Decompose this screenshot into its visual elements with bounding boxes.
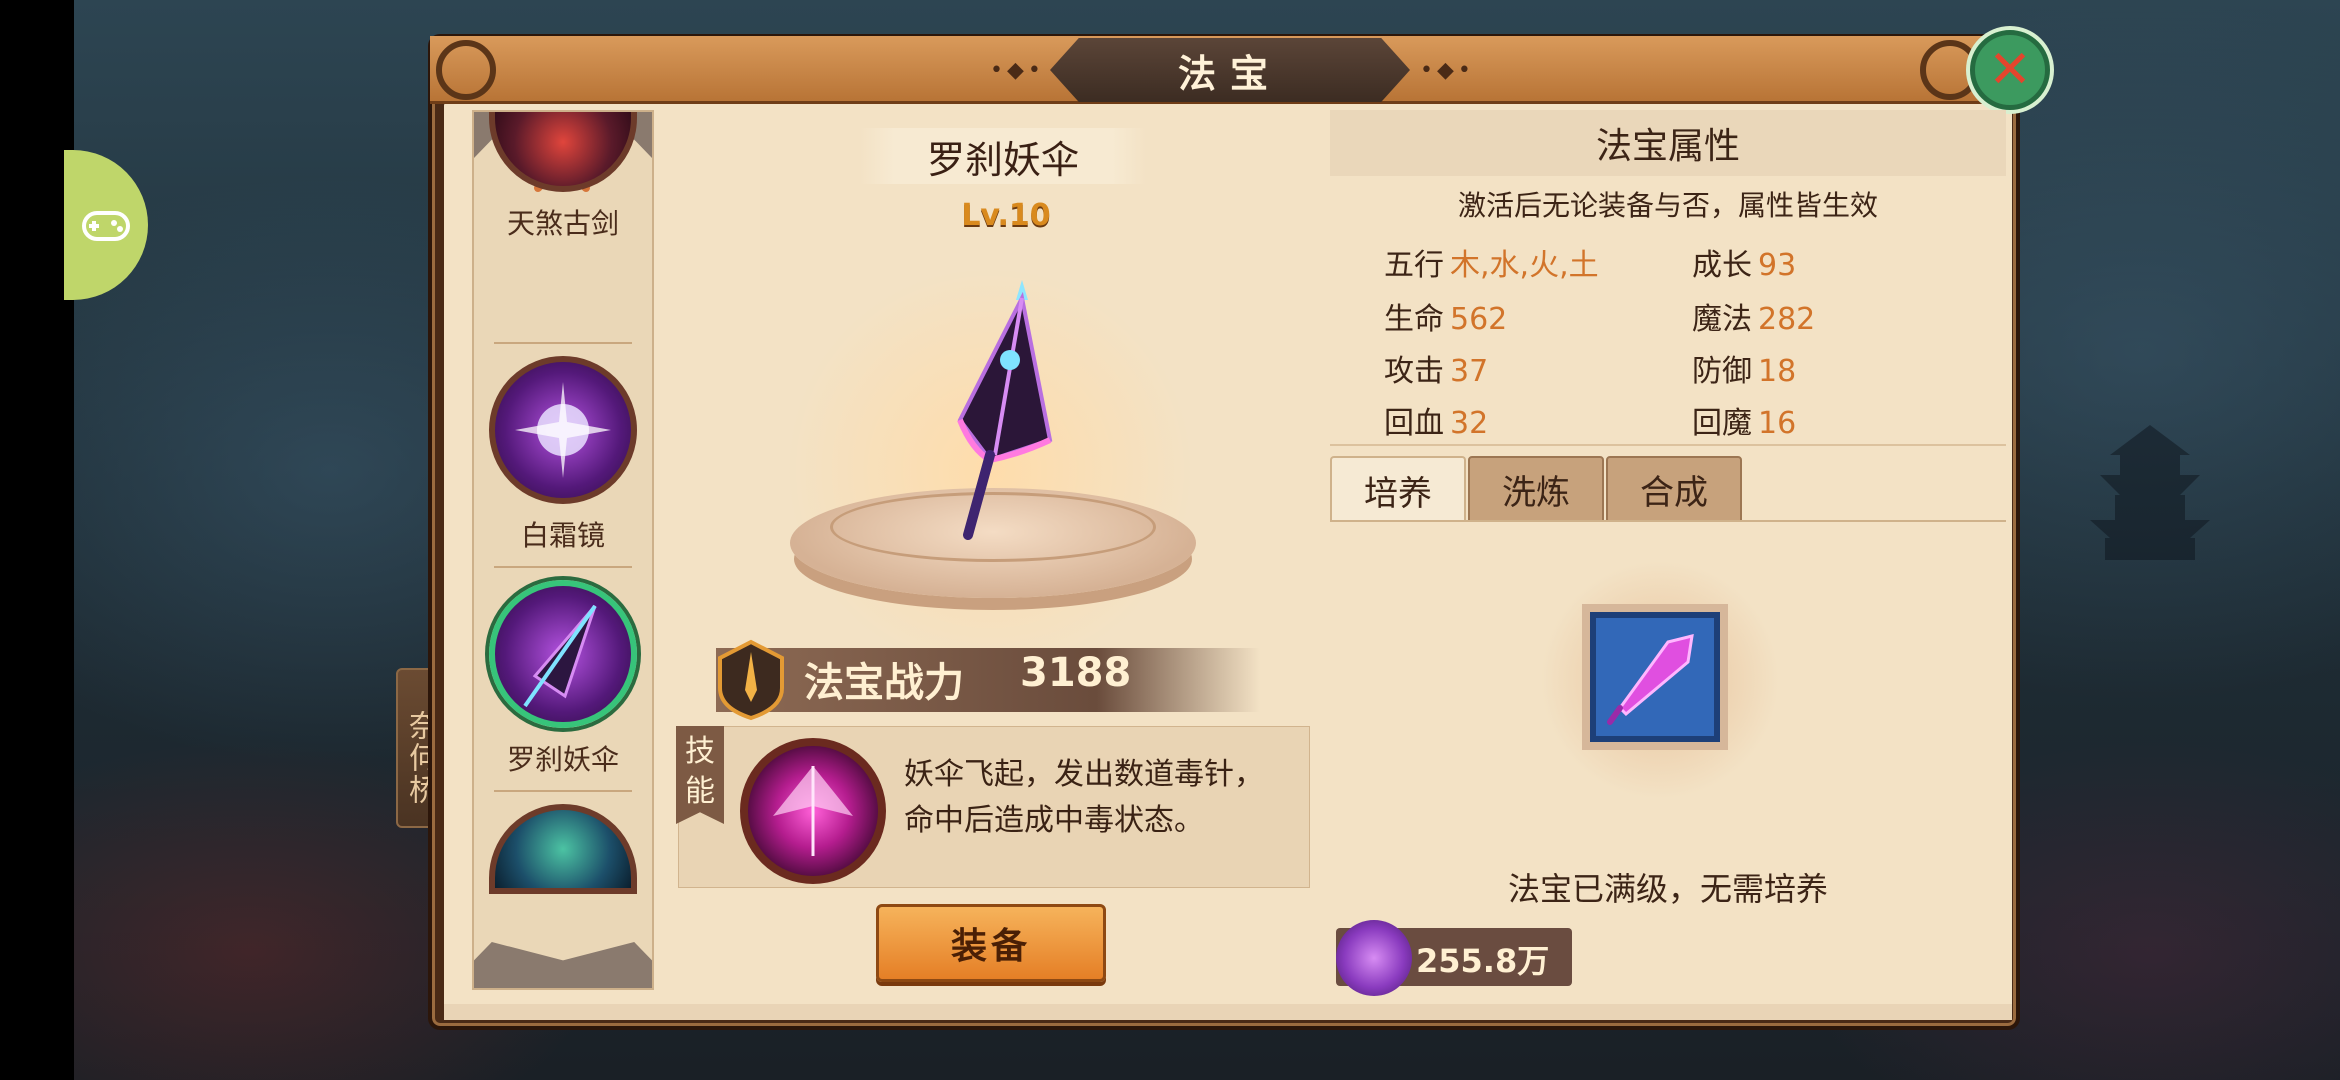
list-item-baishuang-mirror[interactable]: 白霜镜 (474, 356, 652, 554)
skill-tag: 技能 (676, 726, 724, 824)
tab-label: 洗炼 (1502, 472, 1570, 513)
umbrella-model-icon (957, 280, 1053, 540)
list-item-label: 天煞古剑 (506, 207, 619, 240)
tab-underline (1330, 520, 2006, 522)
attributes-divider (1330, 444, 2006, 446)
attr-key: 成长 (1692, 248, 1752, 283)
combat-power-label: 法宝战力 (804, 660, 964, 706)
skill-desc-line-2: 命中后造成中毒状态。 (904, 803, 1204, 838)
attr-key: 攻击 (1384, 354, 1444, 389)
game-screen: 奈何桥 •◆• •◆• 法宝 ✕ 天煞古剑 白霜镜 罗刹妖伞 罗刹妖伞 Lv.1… (0, 0, 2340, 1080)
mirror-graphic (515, 382, 611, 478)
attr-value: 16 (1758, 406, 1797, 441)
list-divider (494, 566, 632, 568)
tab-cultivate[interactable]: 培养 (1330, 456, 1466, 522)
skill-icon[interactable] (740, 738, 886, 884)
umbrella-icon (489, 580, 637, 728)
gamepad-icon (82, 211, 130, 241)
list-item-label: 罗刹妖伞 (506, 743, 619, 776)
attr-key: 五行 (1384, 248, 1444, 283)
maxed-status-text: 法宝已满级，无需培养 (1507, 870, 1828, 908)
currency-value: 255.8万 (1416, 942, 1550, 980)
list-item-luosha-umbrella[interactable]: 罗刹妖伞 (474, 580, 652, 778)
combat-power-value: 3188 (1020, 650, 1132, 696)
list-bottom-border (474, 942, 652, 988)
attr-value: 562 (1450, 302, 1508, 337)
close-icon: ✕ (1988, 40, 2032, 100)
equip-button[interactable]: 装备 (876, 904, 1106, 982)
attributes-title: 法宝属性 (1595, 126, 1740, 167)
attr-row: 五行 木,水,火,土 (1384, 240, 1599, 284)
skill-desc-line-1: 妖伞飞起，发出数道毒针， (904, 757, 1264, 792)
panel-bottom-strip (444, 1004, 2012, 1020)
list-item-claw[interactable] (474, 804, 652, 894)
attr-row: 回魔 16 (1692, 398, 1796, 442)
attr-value: 37 (1450, 354, 1489, 389)
combat-power-bar (716, 648, 1260, 712)
equip-button-label: 装备 (950, 926, 1031, 967)
background-pagoda (2090, 425, 2210, 560)
skill-graphic (773, 766, 853, 856)
left-letterbox (0, 0, 74, 1080)
attr-key: 回魔 (1692, 406, 1752, 441)
title-dots-left: •◆• (990, 58, 1045, 83)
treasure-name-plate: 罗刹妖伞 (860, 128, 1146, 184)
treasure-list[interactable]: 天煞古剑 白霜镜 罗刹妖伞 (472, 110, 654, 990)
list-divider (494, 342, 632, 344)
attr-row: 魔法 282 (1692, 294, 1815, 338)
attr-value: 93 (1758, 248, 1797, 283)
attributes-note: 激活后无论装备与否，属性皆生效 (1457, 189, 1878, 222)
list-divider (494, 790, 632, 792)
title-plate: 法宝 (1050, 38, 1410, 102)
attr-value: 木,水,火,土 (1450, 248, 1599, 283)
close-button[interactable]: ✕ (1970, 30, 2050, 110)
tab-label: 合成 (1640, 472, 1708, 513)
attr-key: 魔法 (1692, 302, 1752, 337)
gamepad-float-button[interactable] (64, 150, 148, 300)
tab-label: 培养 (1364, 473, 1432, 514)
material-slot[interactable] (1590, 612, 1720, 742)
attr-row: 生命 562 (1384, 294, 1507, 338)
attr-key: 防御 (1692, 354, 1752, 389)
spirit-currency-icon (1336, 920, 1412, 996)
sword-badge-icon (718, 639, 784, 721)
treasure-name: 罗刹妖伞 (926, 137, 1079, 182)
title-dots-right: •◆• (1420, 58, 1475, 83)
treasure-level: Lv.10 (961, 198, 1051, 233)
corner-swirl-left (436, 40, 496, 100)
tab-refine[interactable]: 洗炼 (1468, 456, 1604, 522)
sword-icon (489, 112, 637, 192)
attr-key: 回血 (1384, 406, 1444, 441)
attr-value: 18 (1758, 354, 1797, 389)
attr-row: 攻击 37 (1384, 346, 1488, 390)
attr-row: 成长 93 (1692, 240, 1796, 284)
attr-key: 生命 (1384, 302, 1444, 337)
umbrella-graphic (523, 604, 597, 708)
mirror-icon (489, 356, 637, 504)
spike-icon (1607, 633, 1694, 725)
claw-icon (489, 804, 637, 894)
attr-row: 回血 32 (1384, 398, 1488, 442)
attributes-header: 法宝属性 (1330, 110, 2006, 176)
attr-value: 32 (1450, 406, 1489, 441)
attr-row: 防御 18 (1692, 346, 1796, 390)
window-title: 法宝 (1177, 51, 1282, 96)
tab-combine[interactable]: 合成 (1606, 456, 1742, 522)
list-item-label: 白霜镜 (520, 519, 605, 552)
list-item-tiansha-sword[interactable]: 天煞古剑 (474, 112, 652, 242)
attr-value: 282 (1758, 302, 1816, 337)
skill-description: 妖伞飞起，发出数道毒针， 命中后造成中毒状态。 (904, 752, 1284, 844)
